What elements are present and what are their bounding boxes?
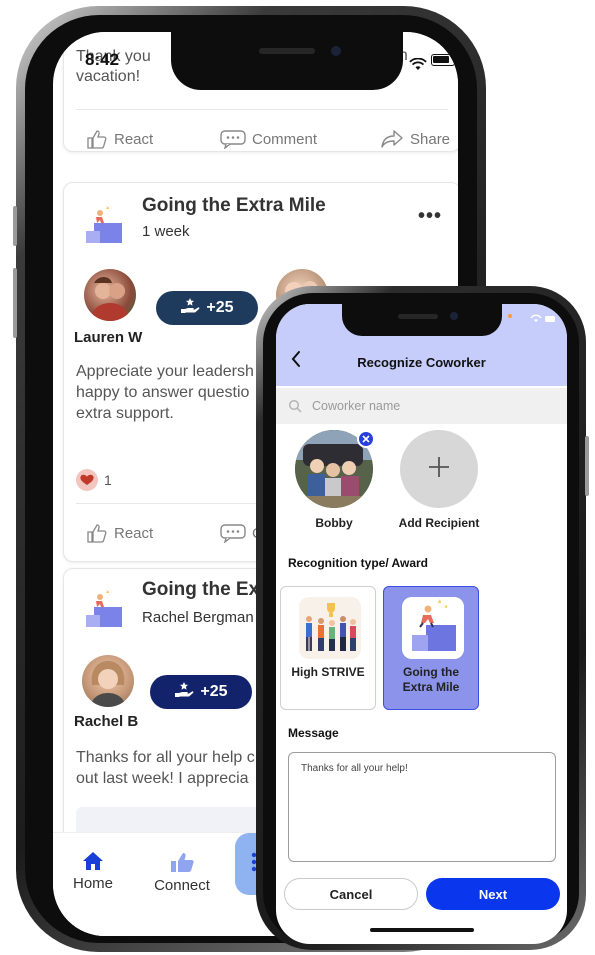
add-recipient-button[interactable]: Add Recipient xyxy=(390,430,488,530)
close-icon xyxy=(362,430,370,448)
coworker-search-input[interactable] xyxy=(312,395,542,417)
page-title: Recognize Coworker xyxy=(357,355,486,370)
react-button[interactable]: React xyxy=(86,129,153,149)
points-badge: +25 xyxy=(156,291,258,325)
front-phone: Recognize Coworker Bobby Add Recipient xyxy=(256,286,589,950)
add-recipient-circle xyxy=(400,430,478,508)
avatar xyxy=(295,430,375,508)
react-button[interactable]: React xyxy=(86,523,153,543)
giver-name: Lauren W xyxy=(74,329,143,346)
giver-name: Rachel B xyxy=(74,713,139,730)
tab-home[interactable]: Home xyxy=(63,851,123,892)
avatar[interactable] xyxy=(82,655,134,707)
share-button[interactable]: Share xyxy=(380,129,450,149)
status-time: 8:42 xyxy=(85,50,120,69)
react-label: React xyxy=(114,524,154,542)
search-icon xyxy=(288,399,302,418)
recipient-bobby[interactable]: Bobby xyxy=(294,430,375,530)
hand-star-icon xyxy=(174,681,194,704)
share-icon xyxy=(380,129,404,149)
tab-connect-label: Connect xyxy=(154,877,210,894)
connect-icon xyxy=(145,851,219,873)
points-badge: +25 xyxy=(150,675,252,709)
heart-icon[interactable] xyxy=(76,469,98,491)
divider xyxy=(76,109,448,110)
tab-home-label: Home xyxy=(72,875,113,892)
search-bar xyxy=(276,388,567,424)
reaction-count: 1 xyxy=(104,472,112,488)
post-time: 1 week xyxy=(142,223,190,240)
message-label: Message xyxy=(288,726,339,740)
comment-button[interactable]: Comment xyxy=(220,129,317,149)
home-indicator xyxy=(370,928,474,932)
wifi-icon xyxy=(528,314,556,325)
add-recipient-label: Add Recipient xyxy=(398,516,480,530)
tab-connect[interactable]: Connect xyxy=(145,851,219,894)
message-field[interactable]: Thanks for all your help! xyxy=(288,752,556,862)
status-dot xyxy=(508,314,512,318)
points-value: +25 xyxy=(206,299,234,316)
hand-star-icon xyxy=(180,297,200,320)
side-button xyxy=(13,206,17,246)
share-label: Share xyxy=(410,130,451,148)
recognize-screen: Recognize Coworker Bobby Add Recipient xyxy=(276,304,567,944)
high-strive-illustration xyxy=(299,597,361,659)
wifi-icon xyxy=(409,57,427,74)
award-label: High STRIVE xyxy=(291,665,365,679)
thumbs-up-icon xyxy=(86,523,108,543)
remove-recipient-button[interactable] xyxy=(357,430,375,448)
award-going-extra-mile[interactable]: Going the Extra Mile xyxy=(383,586,479,710)
points-value: +25 xyxy=(200,683,228,700)
notch xyxy=(171,32,403,90)
home-icon xyxy=(63,851,123,871)
power-button xyxy=(585,436,589,496)
next-button[interactable]: Next xyxy=(426,878,560,910)
recipient-name: Bobby xyxy=(315,516,353,530)
post-title: Going the Extr xyxy=(142,579,273,600)
comment-icon xyxy=(220,129,246,149)
award-label: Going the Extra Mile xyxy=(402,665,460,694)
react-label: React xyxy=(114,130,154,148)
thumbs-up-icon xyxy=(86,129,108,149)
volume-button xyxy=(13,268,17,338)
notch xyxy=(342,304,502,336)
comment-label: Comment xyxy=(252,130,318,148)
avatar[interactable] xyxy=(84,269,136,321)
extra-mile-illustration xyxy=(402,597,464,659)
award-high-strive[interactable]: High STRIVE xyxy=(280,586,376,710)
comment-icon xyxy=(220,523,246,543)
award-badge-icon xyxy=(84,205,124,245)
plus-icon xyxy=(428,456,450,483)
award-badge-icon xyxy=(84,589,124,629)
cancel-button[interactable]: Cancel xyxy=(284,878,418,910)
post-author: Rachel Bergman • xyxy=(142,609,264,626)
battery-icon xyxy=(431,54,455,66)
more-icon[interactable]: ••• xyxy=(418,205,442,228)
post-title: Going the Extra Mile xyxy=(142,195,326,216)
recognition-type-label: Recognition type/ Award xyxy=(288,556,429,570)
